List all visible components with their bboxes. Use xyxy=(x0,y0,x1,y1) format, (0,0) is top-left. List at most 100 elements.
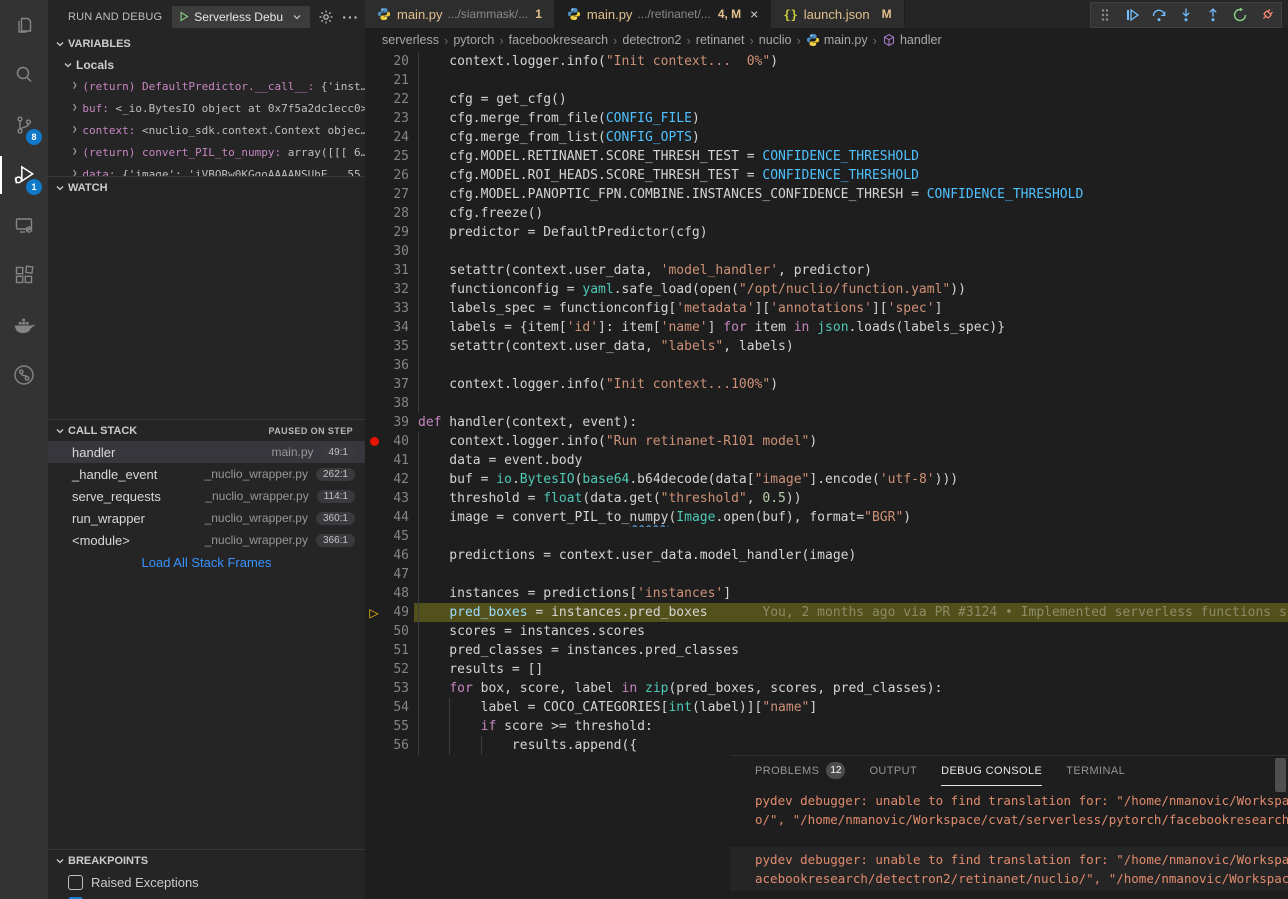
checkbox-unchecked[interactable] xyxy=(68,875,83,890)
glyph-margin[interactable] xyxy=(365,299,383,318)
code-line[interactable]: 26 cfg.MODEL.ROI_HEADS.SCORE_THRESH_TEST… xyxy=(365,166,1288,185)
line-number[interactable]: 38 xyxy=(383,394,409,413)
line-content[interactable]: cfg.MODEL.RETINANET.SCORE_THRESH_TEST = … xyxy=(414,147,1288,166)
line-content[interactable]: context.logger.info("Run retinanet-R101 … xyxy=(414,432,1288,451)
line-number[interactable]: 21 xyxy=(383,71,409,90)
code-line[interactable]: 56 results.append({ xyxy=(365,736,1288,755)
more-actions-icon[interactable]: ··· xyxy=(342,9,359,25)
code-line[interactable]: 24 cfg.merge_from_list(CONFIG_OPTS) xyxy=(365,128,1288,147)
code-line[interactable]: 27 cfg.MODEL.PANOPTIC_FPN.COMBINE.INSTAN… xyxy=(365,185,1288,204)
glyph-margin[interactable] xyxy=(365,470,383,489)
stack-frame-_handle_event[interactable]: _handle_event_nuclio_wrapper.py262:1 xyxy=(48,463,365,485)
line-number[interactable]: 24 xyxy=(383,128,409,147)
breakpoints-section-header[interactable]: BREAKPOINTS xyxy=(48,849,365,871)
line-number[interactable]: 20 xyxy=(383,52,409,71)
glyph-margin[interactable] xyxy=(365,375,383,394)
glyph-margin[interactable] xyxy=(365,52,383,71)
code-line[interactable]: 39def handler(context, event): xyxy=(365,413,1288,432)
code-line[interactable]: 21 xyxy=(365,71,1288,90)
code-line[interactable]: 41 data = event.body xyxy=(365,451,1288,470)
variable-row[interactable]: ❯(return) DefaultPredictor.__call__: {'i… xyxy=(48,75,365,97)
activity-remote-explorer[interactable] xyxy=(0,200,48,250)
current-line-pointer[interactable]: ▷ xyxy=(365,603,383,622)
code-line[interactable]: 25 cfg.MODEL.RETINANET.SCORE_THRESH_TEST… xyxy=(365,147,1288,166)
line-number[interactable]: 53 xyxy=(383,679,409,698)
breadcrumb-item-nuclio[interactable]: nuclio xyxy=(759,33,792,47)
line-content[interactable]: threshold = float(data.get("threshold", … xyxy=(414,489,1288,508)
breadcrumb-item-handler[interactable]: handler xyxy=(882,33,942,47)
code-line[interactable]: 20 context.logger.info("Init context... … xyxy=(365,52,1288,71)
line-number[interactable]: 23 xyxy=(383,109,409,128)
debug-step-over-button[interactable] xyxy=(1150,6,1168,24)
code-line[interactable]: 55 if score >= threshold: xyxy=(365,717,1288,736)
line-number[interactable]: 28 xyxy=(383,204,409,223)
glyph-margin[interactable] xyxy=(365,584,383,603)
code-line[interactable]: 35 setattr(context.user_data, "labels", … xyxy=(365,337,1288,356)
glyph-margin[interactable] xyxy=(365,527,383,546)
line-number[interactable]: 33 xyxy=(383,299,409,318)
line-content[interactable]: labels_spec = functionconfig['metadata']… xyxy=(414,299,1288,318)
line-number[interactable]: 51 xyxy=(383,641,409,660)
code-line[interactable]: 30 xyxy=(365,242,1288,261)
line-content[interactable]: setattr(context.user_data, 'model_handle… xyxy=(414,261,1288,280)
line-content[interactable]: results = [] xyxy=(414,660,1288,679)
line-number[interactable]: 41 xyxy=(383,451,409,470)
line-content[interactable]: cfg.MODEL.PANOPTIC_FPN.COMBINE.INSTANCES… xyxy=(414,185,1288,204)
line-number[interactable]: 34 xyxy=(383,318,409,337)
line-number[interactable]: 36 xyxy=(383,356,409,375)
activity-docker[interactable] xyxy=(0,300,48,350)
breadcrumb-item-detectron2[interactable]: detectron2 xyxy=(622,33,681,47)
line-number[interactable]: 37 xyxy=(383,375,409,394)
debug-settings-gear-icon[interactable] xyxy=(318,9,334,25)
glyph-margin[interactable] xyxy=(365,185,383,204)
line-content[interactable] xyxy=(414,242,1288,261)
line-content[interactable]: data = event.body xyxy=(414,451,1288,470)
line-number[interactable]: 55 xyxy=(383,717,409,736)
glyph-margin[interactable] xyxy=(365,356,383,375)
breadcrumb-item-main.py[interactable]: main.py xyxy=(806,33,868,47)
code-line[interactable]: 45 xyxy=(365,527,1288,546)
line-content[interactable]: instances = predictions['instances'] xyxy=(414,584,1288,603)
line-number[interactable]: 35 xyxy=(383,337,409,356)
glyph-margin[interactable] xyxy=(365,223,383,242)
load-all-stack-frames-link[interactable]: Load All Stack Frames xyxy=(48,551,365,573)
panel-tab-output[interactable]: OUTPUT xyxy=(869,756,917,786)
code-line[interactable]: 44 image = convert_PIL_to_numpy(Image.op… xyxy=(365,508,1288,527)
line-number[interactable]: 45 xyxy=(383,527,409,546)
glyph-margin[interactable] xyxy=(365,546,383,565)
activity-git-graph[interactable] xyxy=(0,350,48,400)
line-content[interactable]: if score >= threshold: xyxy=(414,717,1288,736)
line-content[interactable]: labels = {item['id']: item['name'] for i… xyxy=(414,318,1288,337)
line-content[interactable]: scores = instances.scores xyxy=(414,622,1288,641)
line-content[interactable]: cfg = get_cfg() xyxy=(414,90,1288,109)
breadcrumb-item-retinanet[interactable]: retinanet xyxy=(696,33,745,47)
code-line[interactable]: 51 pred_classes = instances.pred_classes xyxy=(365,641,1288,660)
line-content[interactable]: setattr(context.user_data, "labels", lab… xyxy=(414,337,1288,356)
glyph-margin[interactable] xyxy=(365,242,383,261)
line-content[interactable]: label = COCO_CATEGORIES[int(label)]["nam… xyxy=(414,698,1288,717)
debug-continue-button[interactable] xyxy=(1123,6,1141,24)
code-line[interactable]: ▷49 pred_boxes = instances.pred_boxesYou… xyxy=(365,603,1288,622)
code-line[interactable]: 32 functionconfig = yaml.safe_load(open(… xyxy=(365,280,1288,299)
breakpoint-row[interactable]: ✓Uncaught Exceptions xyxy=(48,893,365,899)
stack-frame-<module>[interactable]: <module>_nuclio_wrapper.py366:1 xyxy=(48,529,365,551)
line-content[interactable]: image = convert_PIL_to_numpy(Image.open(… xyxy=(414,508,1288,527)
stack-frame-run_wrapper[interactable]: run_wrapper_nuclio_wrapper.py360:1 xyxy=(48,507,365,529)
code-line[interactable]: 43 threshold = float(data.get("threshold… xyxy=(365,489,1288,508)
glyph-margin[interactable] xyxy=(365,698,383,717)
activity-extensions[interactable] xyxy=(0,250,48,300)
code-line[interactable]: 42 buf = io.BytesIO(base64.b64decode(dat… xyxy=(365,470,1288,489)
glyph-margin[interactable] xyxy=(365,508,383,527)
glyph-margin[interactable] xyxy=(365,394,383,413)
breadcrumb-item-facebookresearch[interactable]: facebookresearch xyxy=(509,33,608,47)
activity-search[interactable] xyxy=(0,50,48,100)
line-number[interactable]: 40 xyxy=(383,432,409,451)
variable-row[interactable]: ❯buf: <_io.BytesIO object at 0x7f5a2dc1e… xyxy=(48,97,365,119)
line-content[interactable]: context.logger.info("Init context...100%… xyxy=(414,375,1288,394)
line-content[interactable] xyxy=(414,71,1288,90)
line-content[interactable]: pred_classes = instances.pred_classes xyxy=(414,641,1288,660)
glyph-margin[interactable] xyxy=(365,717,383,736)
line-content[interactable]: cfg.merge_from_list(CONFIG_OPTS) xyxy=(414,128,1288,147)
line-number[interactable]: 31 xyxy=(383,261,409,280)
activity-run-debug[interactable]: 1 xyxy=(0,150,48,200)
